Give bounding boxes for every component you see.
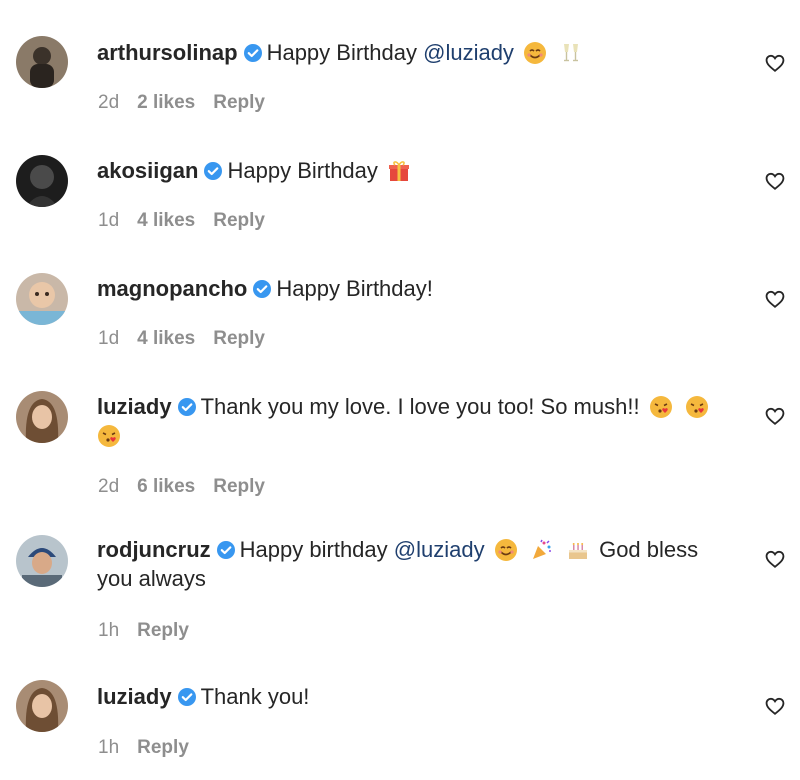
avatar[interactable] bbox=[16, 535, 68, 587]
avatar[interactable] bbox=[16, 680, 68, 732]
comment-text: Thank you my love. I love you too! So mu… bbox=[200, 394, 646, 419]
verified-badge-icon bbox=[243, 44, 262, 62]
birthday-cake-emoji bbox=[568, 543, 587, 559]
verified-badge-icon bbox=[204, 162, 223, 180]
face-blowing-kiss-emoji bbox=[649, 396, 672, 418]
comment-username[interactable]: luziady bbox=[97, 684, 172, 709]
comment-body: akosiigan Happy Birthday bbox=[97, 156, 737, 185]
comment-text: Happy Birthday bbox=[227, 158, 385, 183]
smiling-face-emoji bbox=[524, 42, 547, 64]
verified-badge-icon bbox=[216, 541, 235, 559]
face-blowing-kiss-emoji bbox=[98, 425, 120, 447]
comment-text: Happy Birthday bbox=[266, 40, 424, 65]
comment-text: Happy Birthday! bbox=[276, 276, 433, 301]
comment-body: magnopancho Happy Birthday! bbox=[97, 274, 737, 303]
heart-outline-icon[interactable] bbox=[764, 288, 786, 310]
mention-link[interactable]: @luziady bbox=[394, 537, 485, 562]
wrapped-gift-emoji bbox=[389, 161, 410, 181]
comment-meta: 1h Reply bbox=[98, 737, 189, 759]
likes-count[interactable]: 4 likes bbox=[137, 328, 195, 350]
heart-outline-icon[interactable] bbox=[764, 52, 786, 74]
comment-timestamp: 1h bbox=[98, 620, 120, 641]
verified-badge-icon bbox=[177, 688, 196, 706]
avatar[interactable] bbox=[16, 391, 68, 443]
likes-count[interactable]: 2 likes bbox=[137, 92, 195, 114]
comment-username[interactable]: akosiigan bbox=[97, 158, 198, 183]
comment-meta: 1h Reply bbox=[98, 620, 189, 642]
reply-button[interactable]: Reply bbox=[213, 92, 265, 114]
comment-meta: 2d 2 likes Reply bbox=[98, 92, 265, 114]
heart-outline-icon[interactable] bbox=[764, 405, 786, 427]
comment-timestamp: 2d bbox=[98, 92, 120, 113]
smiling-face-emoji bbox=[494, 539, 517, 561]
comment-body: luziady Thank you my love. I love you too… bbox=[97, 392, 737, 450]
heart-outline-icon[interactable] bbox=[764, 548, 786, 570]
comment-username[interactable]: magnopancho bbox=[97, 276, 247, 301]
comment-timestamp: 1d bbox=[98, 210, 120, 231]
champagne-glasses-emoji bbox=[564, 44, 579, 62]
avatar[interactable] bbox=[16, 155, 68, 207]
comment-username[interactable]: rodjuncruz bbox=[97, 537, 211, 562]
comment-body: rodjuncruz Happy birthday @luziady God bl… bbox=[97, 535, 737, 593]
reply-button[interactable]: Reply bbox=[213, 210, 265, 232]
reply-button[interactable]: Reply bbox=[213, 476, 265, 498]
comment-timestamp: 2d bbox=[98, 476, 120, 497]
face-blowing-kiss-emoji bbox=[685, 396, 708, 418]
avatar[interactable] bbox=[16, 36, 68, 88]
comment-timestamp: 1d bbox=[98, 328, 120, 349]
comment-meta: 1d 4 likes Reply bbox=[98, 328, 265, 350]
mention-link[interactable]: @luziady bbox=[423, 40, 514, 65]
likes-count[interactable]: 4 likes bbox=[137, 210, 195, 232]
comment-body: luziady Thank you! bbox=[97, 682, 737, 711]
reply-button[interactable]: Reply bbox=[213, 328, 265, 350]
comment-meta: 1d 4 likes Reply bbox=[98, 210, 265, 232]
comment-timestamp: 1h bbox=[98, 737, 120, 758]
avatar[interactable] bbox=[16, 273, 68, 325]
party-popper-emoji bbox=[532, 539, 551, 559]
heart-outline-icon[interactable] bbox=[764, 170, 786, 192]
comment-text: Thank you! bbox=[200, 684, 310, 709]
heart-outline-icon[interactable] bbox=[764, 695, 786, 717]
comment-text-continued: God bless bbox=[592, 537, 699, 562]
reply-button[interactable]: Reply bbox=[137, 737, 189, 759]
comment-username[interactable]: arthursolinap bbox=[97, 40, 238, 65]
comment-meta: 2d 6 likes Reply bbox=[98, 476, 265, 498]
verified-badge-icon bbox=[253, 280, 272, 298]
comment-username[interactable]: luziady bbox=[97, 394, 172, 419]
comment-text-line2: you always bbox=[97, 566, 206, 591]
verified-badge-icon bbox=[177, 398, 196, 416]
likes-count[interactable]: 6 likes bbox=[137, 476, 195, 498]
comment-text: Happy birthday bbox=[239, 537, 394, 562]
comment-body: arthursolinap Happy Birthday @luziady bbox=[97, 38, 737, 67]
reply-button[interactable]: Reply bbox=[137, 620, 189, 642]
